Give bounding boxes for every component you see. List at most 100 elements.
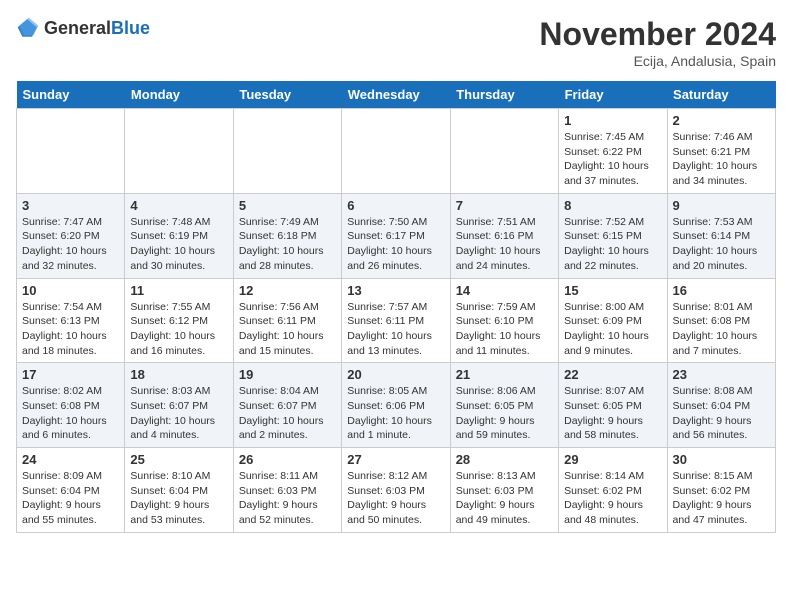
day-info: Sunrise: 7:55 AM Sunset: 6:12 PM Dayligh… (130, 300, 227, 359)
day-cell: 10Sunrise: 7:54 AM Sunset: 6:13 PM Dayli… (17, 278, 125, 363)
day-info: Sunrise: 8:05 AM Sunset: 6:06 PM Dayligh… (347, 384, 444, 443)
day-cell: 1 Sunrise: 7:45 AM Sunset: 6:22 PM Daylig… (559, 109, 667, 194)
day-cell (17, 109, 125, 194)
day-info: Sunrise: 8:00 AM Sunset: 6:09 PM Dayligh… (564, 300, 661, 359)
day-info: Sunrise: 8:04 AM Sunset: 6:07 PM Dayligh… (239, 384, 336, 443)
day-cell: 21 Sunrise: 8:06 AM Sunset: 6:05 PM Dayli… (450, 363, 558, 448)
day-cell: 25 Sunrise: 8:10 AM Sunset: 6:04 PM Dayli… (125, 448, 233, 533)
day-cell: 30Sunrise: 8:15 AM Sunset: 6:02 PM Dayli… (667, 448, 775, 533)
day-info: Sunrise: 7:48 AM Sunset: 6:19 PM Dayligh… (130, 215, 227, 274)
day-number: 14 (456, 283, 553, 298)
day-info: Sunrise: 8:12 AM Sunset: 6:03 PM Dayligh… (347, 469, 444, 528)
day-info: Sunrise: 7:47 AM Sunset: 6:20 PM Dayligh… (22, 215, 119, 274)
day-number: 12 (239, 283, 336, 298)
day-cell: 20 Sunrise: 8:05 AM Sunset: 6:06 PM Dayli… (342, 363, 450, 448)
day-number: 4 (130, 198, 227, 213)
day-cell: 27 Sunrise: 8:12 AM Sunset: 6:03 PM Dayli… (342, 448, 450, 533)
day-cell: 14 Sunrise: 7:59 AM Sunset: 6:10 PM Dayli… (450, 278, 558, 363)
weekday-header-tuesday: Tuesday (233, 81, 341, 109)
week-row-4: 17Sunrise: 8:02 AM Sunset: 6:08 PM Dayli… (17, 363, 776, 448)
day-cell: 3 Sunrise: 7:47 AM Sunset: 6:20 PM Daylig… (17, 193, 125, 278)
weekday-header-wednesday: Wednesday (342, 81, 450, 109)
day-cell: 13Sunrise: 7:57 AM Sunset: 6:11 PM Dayli… (342, 278, 450, 363)
day-cell: 15 Sunrise: 8:00 AM Sunset: 6:09 PM Dayli… (559, 278, 667, 363)
day-info: Sunrise: 7:46 AM Sunset: 6:21 PM Dayligh… (673, 130, 770, 189)
day-cell (233, 109, 341, 194)
day-cell: 11 Sunrise: 7:55 AM Sunset: 6:12 PM Dayli… (125, 278, 233, 363)
day-cell: 19 Sunrise: 8:04 AM Sunset: 6:07 PM Dayli… (233, 363, 341, 448)
day-cell: 7 Sunrise: 7:51 AM Sunset: 6:16 PM Daylig… (450, 193, 558, 278)
day-number: 8 (564, 198, 661, 213)
day-cell: 28 Sunrise: 8:13 AM Sunset: 6:03 PM Dayli… (450, 448, 558, 533)
weekday-header-thursday: Thursday (450, 81, 558, 109)
day-cell: 23 Sunrise: 8:08 AM Sunset: 6:04 PM Dayli… (667, 363, 775, 448)
weekday-header-friday: Friday (559, 81, 667, 109)
day-info: Sunrise: 7:57 AM Sunset: 6:11 PM Dayligh… (347, 300, 444, 359)
day-number: 26 (239, 452, 336, 467)
day-number: 20 (347, 367, 444, 382)
day-number: 11 (130, 283, 227, 298)
day-info: Sunrise: 8:13 AM Sunset: 6:03 PM Dayligh… (456, 469, 553, 528)
day-info: Sunrise: 7:59 AM Sunset: 6:10 PM Dayligh… (456, 300, 553, 359)
day-number: 2 (673, 113, 770, 128)
subtitle: Ecija, Andalusia, Spain (539, 53, 776, 69)
day-number: 28 (456, 452, 553, 467)
day-cell: 5 Sunrise: 7:49 AM Sunset: 6:18 PM Daylig… (233, 193, 341, 278)
day-number: 25 (130, 452, 227, 467)
page-header: GeneralBlue November 2024 Ecija, Andalus… (16, 16, 776, 69)
day-info: Sunrise: 7:50 AM Sunset: 6:17 PM Dayligh… (347, 215, 444, 274)
day-info: Sunrise: 8:11 AM Sunset: 6:03 PM Dayligh… (239, 469, 336, 528)
weekday-header-monday: Monday (125, 81, 233, 109)
day-cell: 2 Sunrise: 7:46 AM Sunset: 6:21 PM Daylig… (667, 109, 775, 194)
day-number: 15 (564, 283, 661, 298)
day-info: Sunrise: 8:07 AM Sunset: 6:05 PM Dayligh… (564, 384, 661, 443)
day-info: Sunrise: 7:56 AM Sunset: 6:11 PM Dayligh… (239, 300, 336, 359)
title-block: November 2024 Ecija, Andalusia, Spain (539, 16, 776, 69)
day-number: 29 (564, 452, 661, 467)
week-row-5: 24 Sunrise: 8:09 AM Sunset: 6:04 PM Dayli… (17, 448, 776, 533)
logo-text: GeneralBlue (44, 18, 150, 39)
day-cell: 29Sunrise: 8:14 AM Sunset: 6:02 PM Dayli… (559, 448, 667, 533)
day-number: 5 (239, 198, 336, 213)
day-number: 6 (347, 198, 444, 213)
day-info: Sunrise: 8:09 AM Sunset: 6:04 PM Dayligh… (22, 469, 119, 528)
day-cell: 8Sunrise: 7:52 AM Sunset: 6:15 PM Daylig… (559, 193, 667, 278)
logo-icon (16, 16, 40, 40)
day-cell: 17Sunrise: 8:02 AM Sunset: 6:08 PM Dayli… (17, 363, 125, 448)
day-cell: 16Sunrise: 8:01 AM Sunset: 6:08 PM Dayli… (667, 278, 775, 363)
day-info: Sunrise: 8:02 AM Sunset: 6:08 PM Dayligh… (22, 384, 119, 443)
week-row-1: 1 Sunrise: 7:45 AM Sunset: 6:22 PM Daylig… (17, 109, 776, 194)
day-info: Sunrise: 7:45 AM Sunset: 6:22 PM Dayligh… (564, 130, 661, 189)
day-number: 23 (673, 367, 770, 382)
day-info: Sunrise: 7:49 AM Sunset: 6:18 PM Dayligh… (239, 215, 336, 274)
day-info: Sunrise: 8:15 AM Sunset: 6:02 PM Dayligh… (673, 469, 770, 528)
day-number: 7 (456, 198, 553, 213)
day-cell (342, 109, 450, 194)
day-info: Sunrise: 7:51 AM Sunset: 6:16 PM Dayligh… (456, 215, 553, 274)
day-info: Sunrise: 8:01 AM Sunset: 6:08 PM Dayligh… (673, 300, 770, 359)
day-info: Sunrise: 8:08 AM Sunset: 6:04 PM Dayligh… (673, 384, 770, 443)
day-cell (125, 109, 233, 194)
day-number: 1 (564, 113, 661, 128)
weekday-header-row: SundayMondayTuesdayWednesdayThursdayFrid… (17, 81, 776, 109)
logo-blue: Blue (111, 18, 150, 38)
day-cell: 18Sunrise: 8:03 AM Sunset: 6:07 PM Dayli… (125, 363, 233, 448)
day-cell: 4 Sunrise: 7:48 AM Sunset: 6:19 PM Daylig… (125, 193, 233, 278)
day-number: 3 (22, 198, 119, 213)
day-number: 21 (456, 367, 553, 382)
week-row-3: 10Sunrise: 7:54 AM Sunset: 6:13 PM Dayli… (17, 278, 776, 363)
day-number: 18 (130, 367, 227, 382)
day-number: 22 (564, 367, 661, 382)
day-cell: 6 Sunrise: 7:50 AM Sunset: 6:17 PM Daylig… (342, 193, 450, 278)
day-cell: 12 Sunrise: 7:56 AM Sunset: 6:11 PM Dayli… (233, 278, 341, 363)
day-number: 24 (22, 452, 119, 467)
calendar-table: SundayMondayTuesdayWednesdayThursdayFrid… (16, 81, 776, 533)
logo: GeneralBlue (16, 16, 150, 40)
weekday-header-sunday: Sunday (17, 81, 125, 109)
day-number: 19 (239, 367, 336, 382)
day-cell (450, 109, 558, 194)
day-number: 27 (347, 452, 444, 467)
day-info: Sunrise: 8:06 AM Sunset: 6:05 PM Dayligh… (456, 384, 553, 443)
day-info: Sunrise: 8:10 AM Sunset: 6:04 PM Dayligh… (130, 469, 227, 528)
day-info: Sunrise: 7:53 AM Sunset: 6:14 PM Dayligh… (673, 215, 770, 274)
